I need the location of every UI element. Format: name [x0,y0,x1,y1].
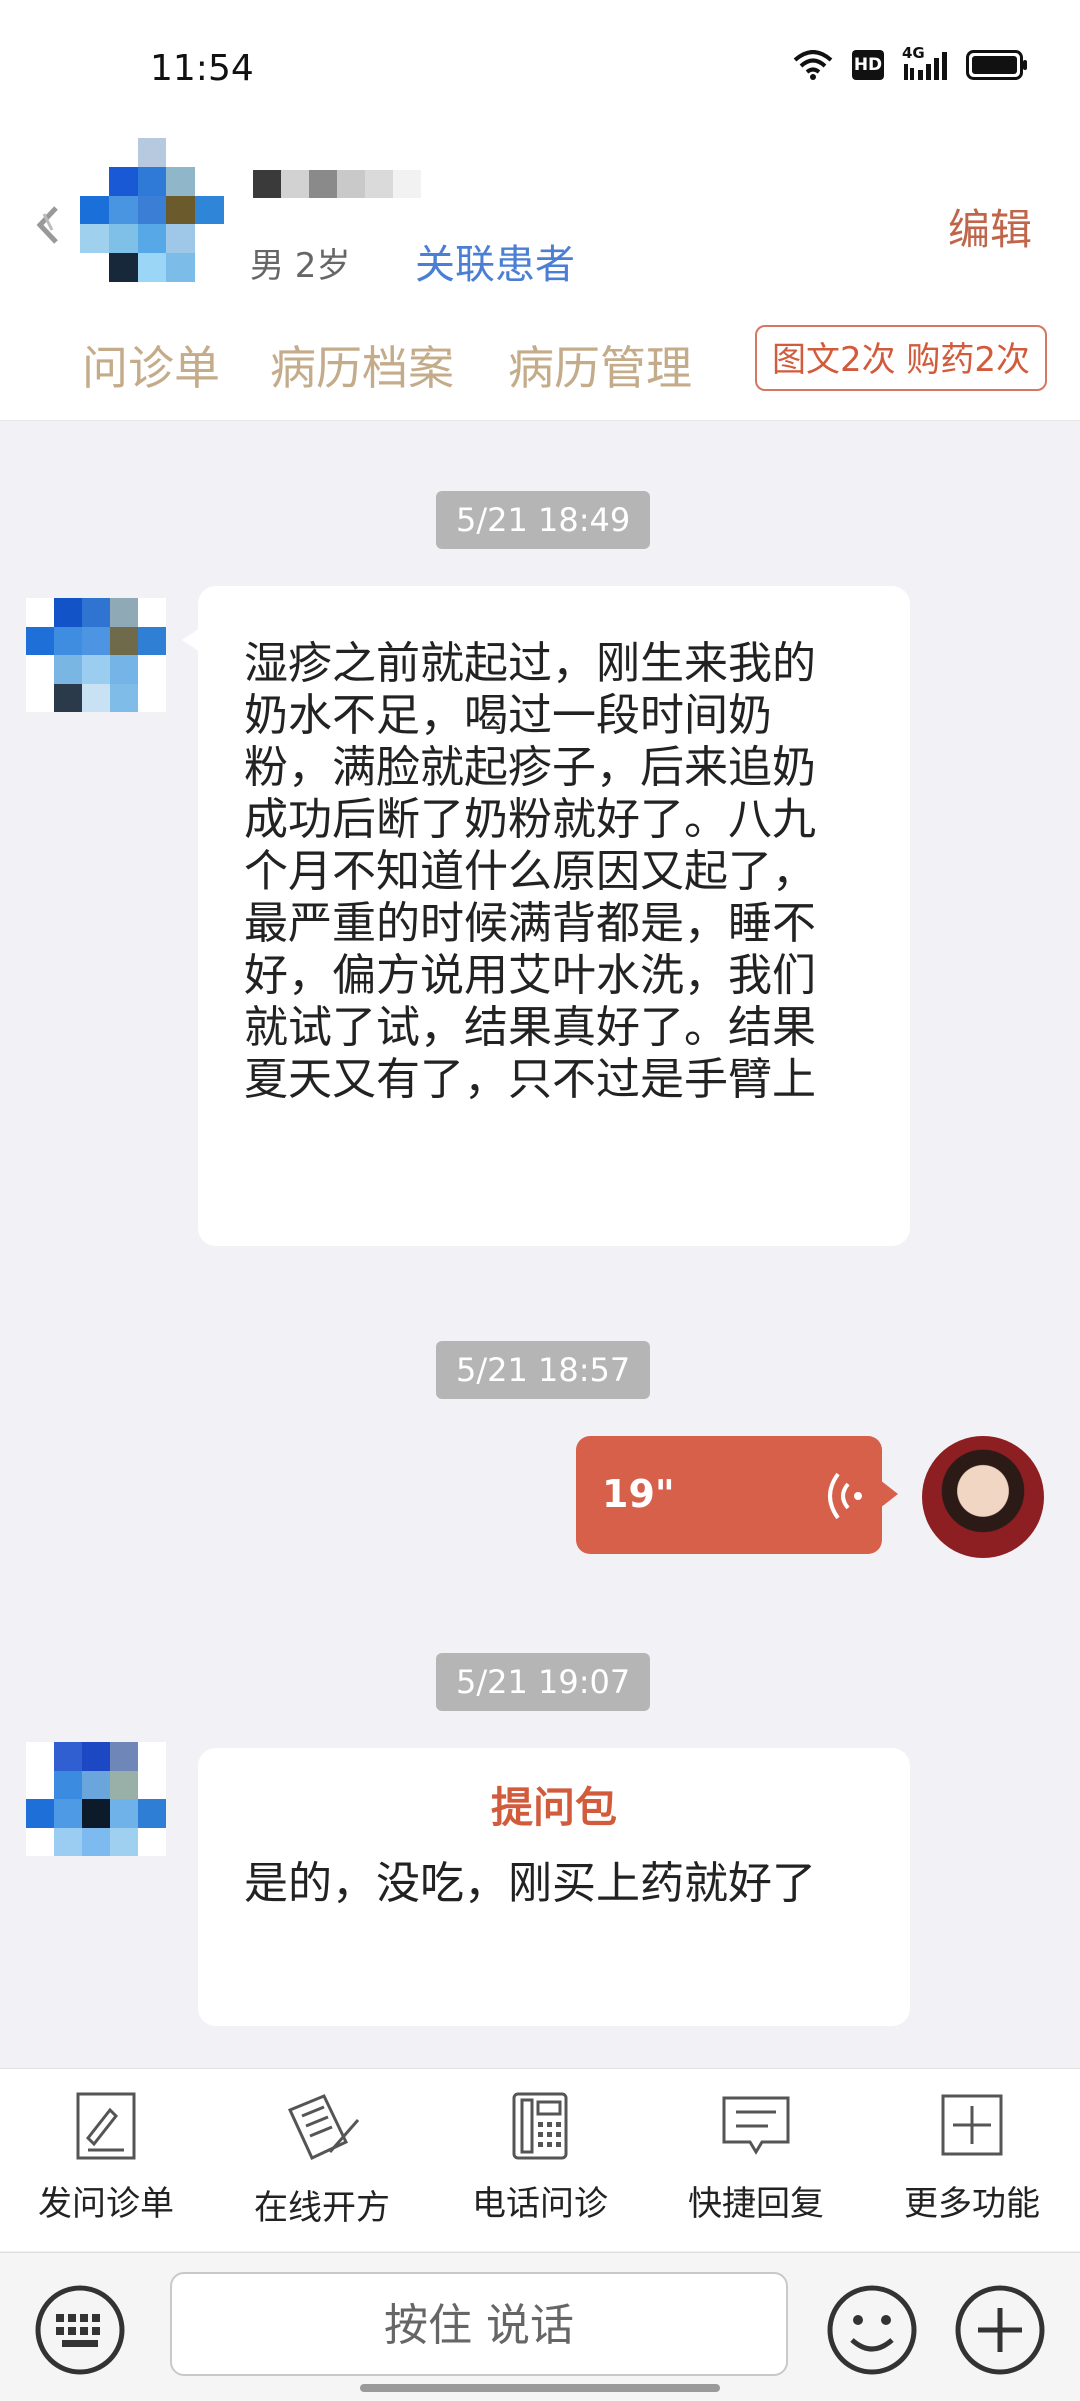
patient-message-avatar[interactable] [26,598,166,712]
question-pack-card[interactable]: 提问包 是的，没吃，刚买上药就好了 [198,1748,910,2026]
phone-consultation-button[interactable]: 电话问诊 [450,2090,630,2225]
patient-message-avatar[interactable] [26,1742,166,1856]
battery-icon [966,50,1027,80]
phone-icon [512,2092,568,2160]
tab-consultation-form[interactable]: 问诊单 [82,332,220,398]
prescription-icon [287,2094,360,2161]
patient-gender-age: 男 2岁 [250,246,351,286]
more-functions-button[interactable]: 更多功能 [882,2090,1062,2225]
message-timestamp: 5/21 18:57 [436,1341,651,1399]
edit-button[interactable]: 编辑 [948,196,1032,257]
voice-wave-icon [828,1472,862,1520]
message-bubble[interactable]: 湿疹之前就起过，刚生来我的 奶水不足，喝过一段时间奶 粉，满脸就起疹子，后来追奶… [198,586,910,1246]
plus-square-icon [941,2094,1003,2156]
signal-icon: 4G [902,44,948,80]
voice-duration: 19" [602,1472,675,1516]
hold-to-talk-button[interactable]: 按住 说话 [170,2272,788,2376]
status-time: 11:54 [150,48,254,89]
wifi-icon [793,50,833,80]
bubble-tail [182,628,200,652]
toolbar-label: 更多功能 [904,2184,1040,2224]
toolbar-label: 快捷回复 [688,2184,824,2224]
back-icon[interactable] [30,200,70,250]
patient-avatar[interactable] [80,138,224,282]
toolbar-label: 在线开方 [254,2188,390,2228]
voice-message[interactable]: 19" [576,1436,898,1554]
message-text: 湿疹之前就起过，刚生来我的 奶水不足，喝过一段时间奶 粉，满脸就起疹子，后来追奶… [244,638,816,1105]
status-icons: HD 4G [792,44,1028,80]
plus-circle-icon[interactable] [954,2284,1046,2376]
emoji-icon[interactable] [826,2284,918,2376]
toolbar-label: 电话问诊 [472,2184,608,2224]
patient-name-redacted [253,170,421,198]
form-icon [76,2092,136,2160]
toolbar-label: 发问诊单 [38,2184,174,2224]
online-prescription-button[interactable]: 在线开方 [232,2090,412,2229]
doctor-avatar[interactable] [922,1436,1044,1558]
link-patient-button[interactable]: 关联患者 [415,232,575,290]
send-consultation-form-button[interactable]: 发问诊单 [16,2090,196,2225]
hd-icon: HD [852,50,884,80]
service-quota-badge[interactable]: 图文2次 购药2次 [755,325,1047,391]
keyboard-icon[interactable] [34,2284,126,2376]
message-timestamp: 5/21 19:07 [436,1653,651,1711]
tab-record-management[interactable]: 病历管理 [508,332,692,398]
tab-medical-record[interactable]: 病历档案 [270,332,454,398]
quick-reply-icon [722,2096,790,2155]
question-pack-title: 提问包 [490,1783,617,1832]
quick-reply-button[interactable]: 快捷回复 [666,2090,846,2225]
home-indicator[interactable] [360,2384,720,2392]
message-timestamp: 5/21 18:49 [436,491,651,549]
message-text: 是的，没吃，刚买上药就好了 [244,1858,816,1909]
